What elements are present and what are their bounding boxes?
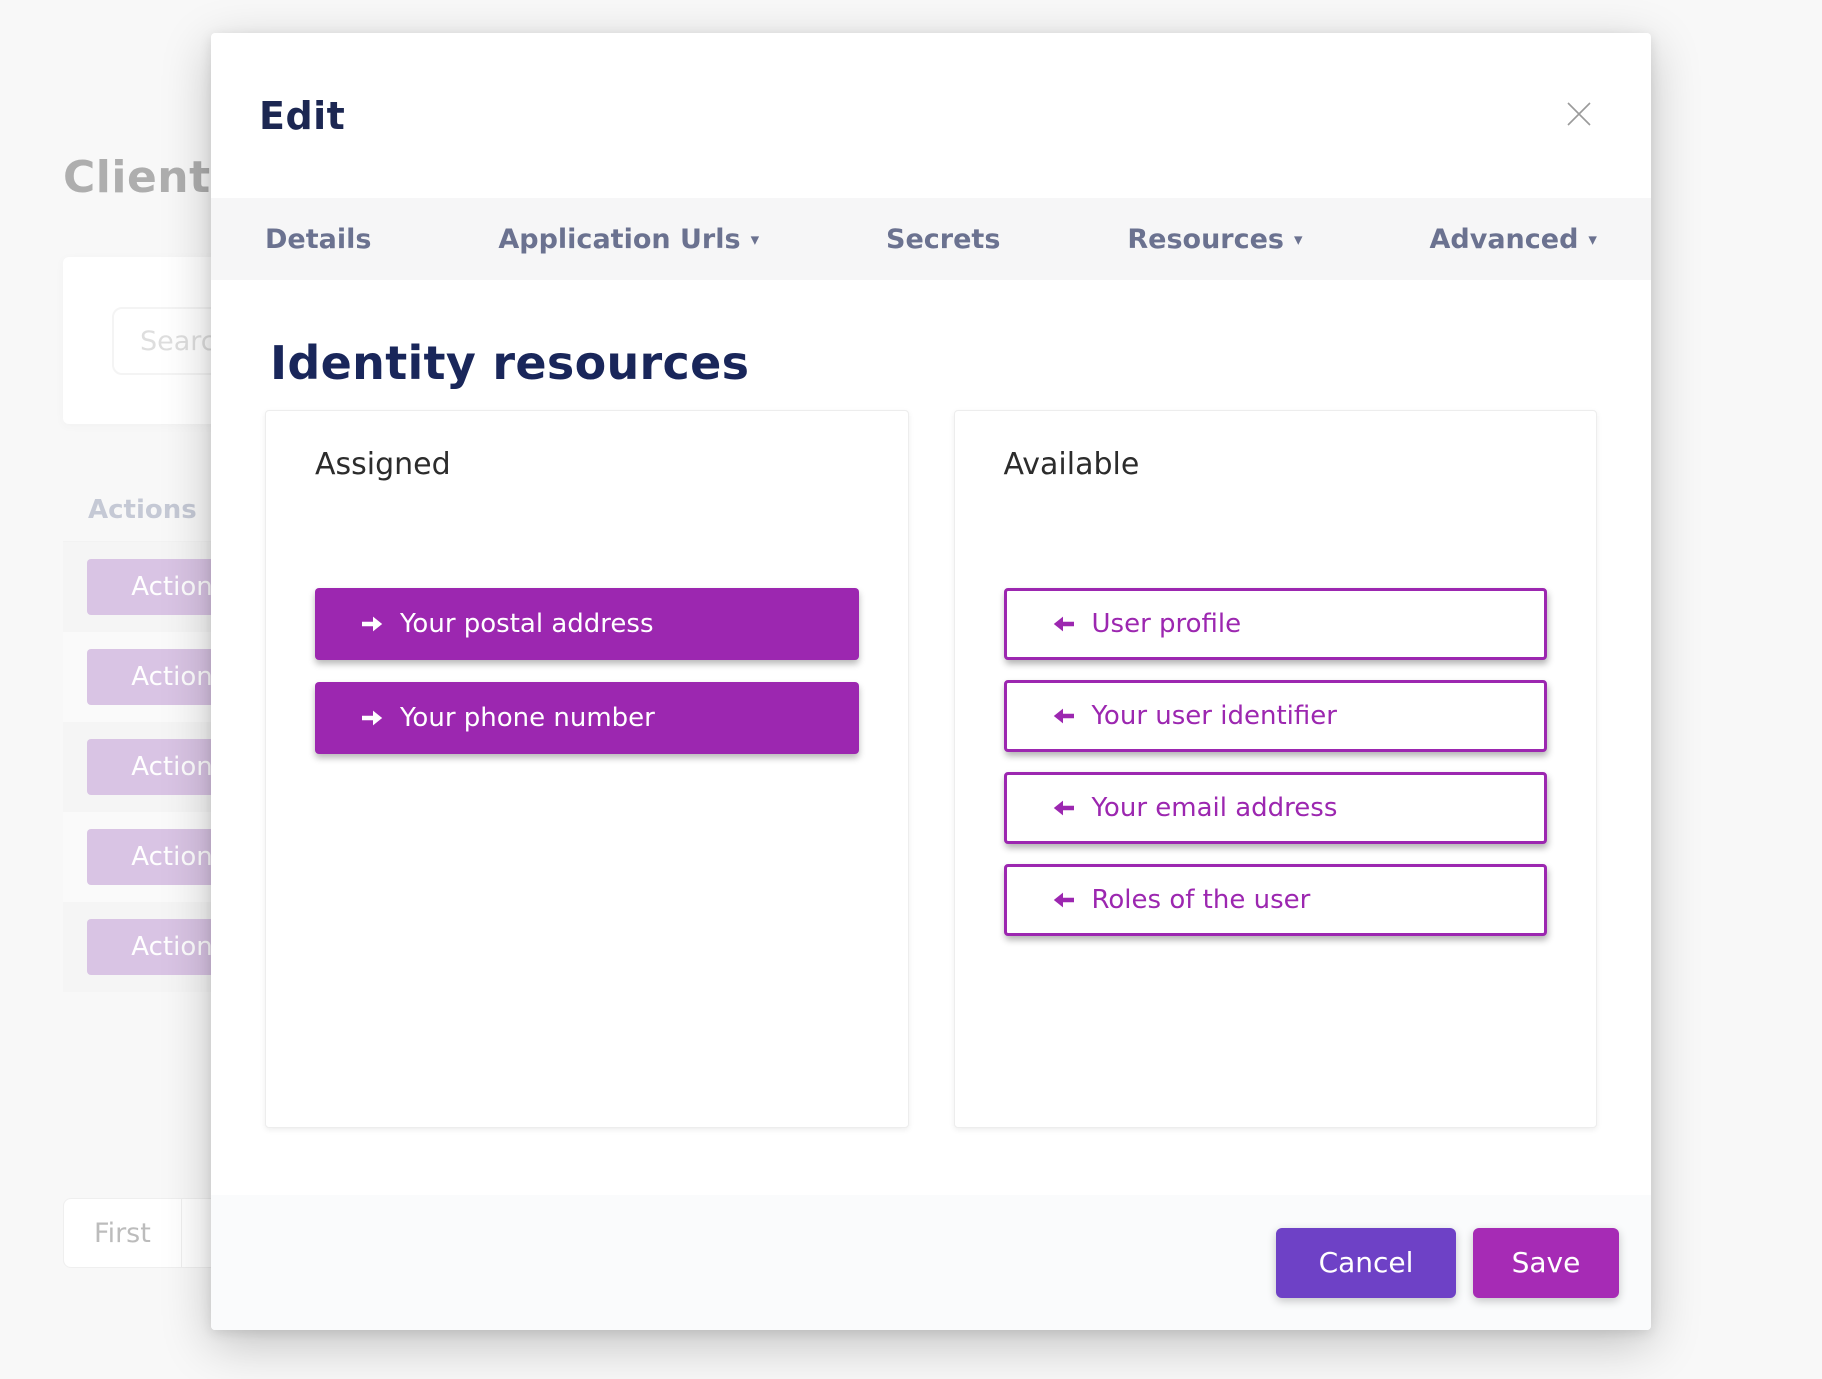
screen: Clients Actions Action Action Action Act… xyxy=(0,0,1822,1379)
available-item-your-user-identifier[interactable]: Your user identifier xyxy=(1004,680,1548,752)
modal-header: Edit xyxy=(211,33,1651,198)
chevron-down-icon: ▾ xyxy=(1588,232,1597,249)
tab-resources[interactable]: Resources ▾ xyxy=(1127,224,1302,255)
modal-footer: Cancel Save xyxy=(211,1195,1651,1330)
section-title: Identity resources xyxy=(270,336,1597,390)
tab-application-urls[interactable]: Application Urls ▾ xyxy=(498,224,759,255)
chevron-down-icon: ▾ xyxy=(751,232,760,249)
arrow-left-icon xyxy=(1049,888,1079,912)
close-button[interactable] xyxy=(1555,92,1603,140)
assigned-list: Your postal address Your phone number xyxy=(315,588,859,754)
available-heading: Available xyxy=(1004,447,1548,482)
arrow-left-icon xyxy=(1049,796,1079,820)
assigned-heading: Assigned xyxy=(315,447,859,482)
available-panel: Available User profile Your xyxy=(954,410,1598,1128)
arrow-right-icon xyxy=(357,706,387,730)
resource-panels: Assigned Your postal address xyxy=(265,410,1597,1128)
available-list: User profile Your user identifier xyxy=(1004,588,1548,936)
tab-advanced[interactable]: Advanced ▾ xyxy=(1430,224,1597,255)
save-button[interactable]: Save xyxy=(1473,1228,1619,1298)
assigned-item-your-phone-number[interactable]: Your phone number xyxy=(315,682,859,754)
chevron-down-icon: ▾ xyxy=(1294,232,1303,249)
arrow-left-icon xyxy=(1049,612,1079,636)
modal-body: Identity resources Assigned Your postal … xyxy=(211,280,1651,1195)
assigned-item-your-postal-address[interactable]: Your postal address xyxy=(315,588,859,660)
arrow-left-icon xyxy=(1049,704,1079,728)
available-item-your-email-address[interactable]: Your email address xyxy=(1004,772,1548,844)
modal-title: Edit xyxy=(259,94,345,138)
modal-tab-bar: Details Application Urls ▾ Secrets Resou… xyxy=(211,198,1651,280)
edit-modal: Edit Details Application Urls ▾ Secrets … xyxy=(211,33,1651,1330)
close-icon xyxy=(1564,99,1594,132)
available-item-roles-of-the-user[interactable]: Roles of the user xyxy=(1004,864,1548,936)
available-item-user-profile[interactable]: User profile xyxy=(1004,588,1548,660)
arrow-right-icon xyxy=(357,612,387,636)
cancel-button[interactable]: Cancel xyxy=(1276,1228,1456,1298)
assigned-panel: Assigned Your postal address xyxy=(265,410,909,1128)
tab-secrets[interactable]: Secrets xyxy=(886,224,1000,255)
tab-details[interactable]: Details xyxy=(265,224,371,255)
